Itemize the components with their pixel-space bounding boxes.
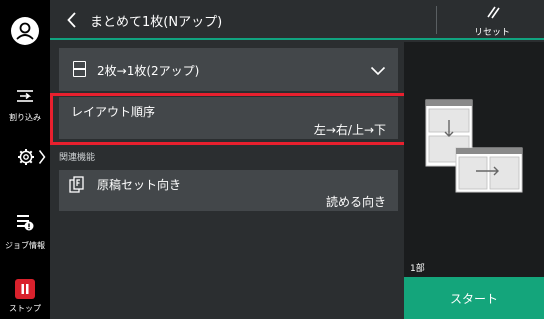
copies-count: 1部 xyxy=(410,264,425,274)
original-orientation-value: 読める向き xyxy=(325,195,386,209)
stop-label: ストップ xyxy=(9,304,41,313)
document-orientation-icon xyxy=(69,176,85,194)
layout-order-value: 左→右/上→下 xyxy=(313,123,386,137)
preview-panel: 1部 xyxy=(404,42,544,277)
nup-select[interactable]: 2枚→1枚(2アップ) xyxy=(59,48,398,91)
gear-icon[interactable] xyxy=(17,148,35,170)
interrupt-icon xyxy=(17,90,33,102)
settings-panel: 2枚→1枚(2アップ) レイアウト順序 左→右/上→下 関連機能 原稿セット向き… xyxy=(50,42,404,319)
job-info-button[interactable]: ジョブ情報 xyxy=(0,212,50,251)
chevron-left-icon[interactable] xyxy=(64,9,80,31)
page-title: まとめて1枚(Nアップ) xyxy=(90,15,223,30)
user-icon[interactable] xyxy=(11,17,39,45)
reset-icon xyxy=(487,6,500,19)
reset-button[interactable]: リセット xyxy=(440,4,544,38)
nup-value: 2枚→1枚(2アップ) xyxy=(97,64,200,78)
interrupt-button[interactable]: 割り込み xyxy=(0,86,50,123)
chevron-down-icon xyxy=(370,62,386,81)
original-orientation-label: 原稿セット向き xyxy=(97,178,182,192)
left-rail: 割り込み ジョブ情報 ストップ xyxy=(0,0,50,319)
chevron-right-icon xyxy=(38,149,46,169)
original-orientation-item[interactable]: 原稿セット向き 読める向き xyxy=(59,170,398,211)
stop-button[interactable]: ストップ xyxy=(0,279,50,314)
stop-icon xyxy=(15,279,35,299)
layout-preview-illustration xyxy=(425,99,523,193)
start-button[interactable]: スタート xyxy=(404,277,544,319)
interrupt-label: 割り込み xyxy=(9,113,41,122)
layout-order-label: レイアウト順序 xyxy=(71,105,156,119)
layout-order-item[interactable]: レイアウト順序 左→右/上→下 xyxy=(59,97,398,139)
job-info-label: ジョブ情報 xyxy=(5,241,45,250)
related-functions-heading: 関連機能 xyxy=(59,153,96,163)
header-bar: まとめて1枚(Nアップ) リセット xyxy=(50,0,544,40)
nup-layout-icon xyxy=(73,61,86,77)
reset-label: リセット xyxy=(473,28,510,38)
header-divider xyxy=(436,6,437,34)
job-info-icon xyxy=(17,215,34,231)
